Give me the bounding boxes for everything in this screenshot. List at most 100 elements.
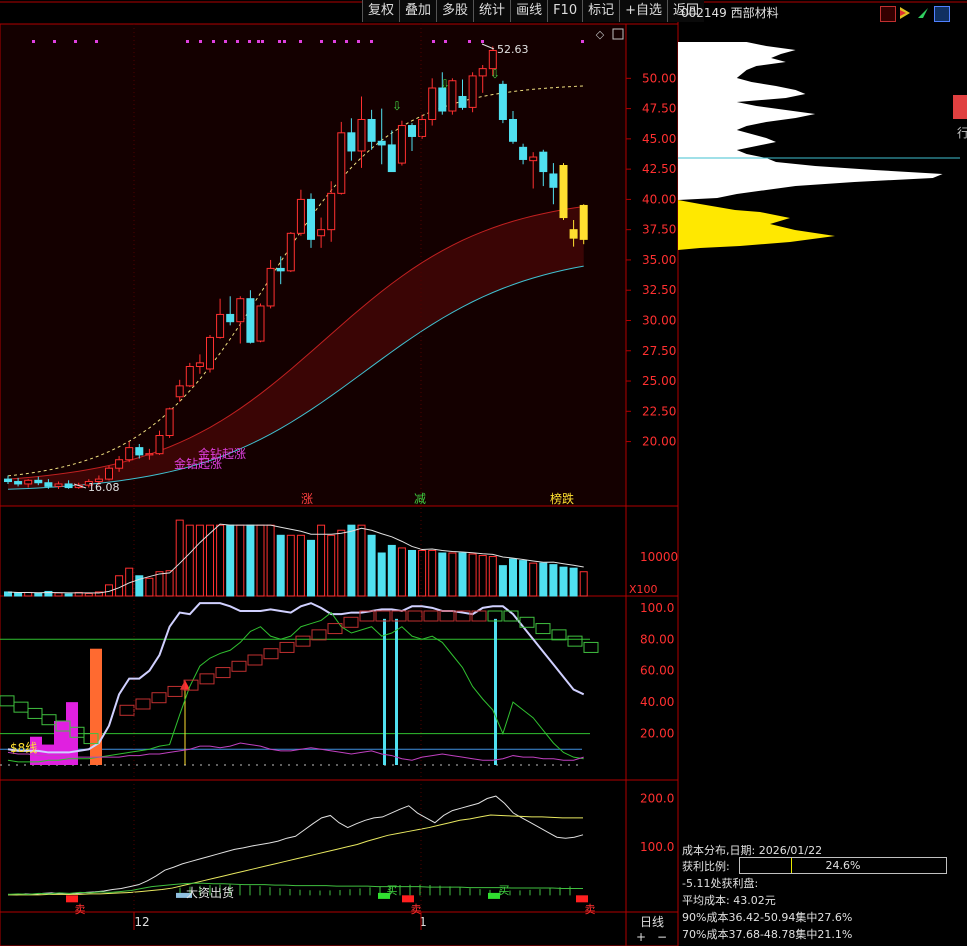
profit-ratio-value: 24.6% [825,859,861,872]
trend-box [551,629,567,641]
trend-box [41,714,57,726]
candle-body [236,298,245,323]
candle-body [135,447,144,456]
signal-dot [186,40,189,43]
volume-bar [539,562,548,597]
trend-box [27,707,43,719]
side-tab-icon[interactable] [953,95,967,119]
trend-box [583,641,599,653]
sell-arrow-icon: ⇩ [440,77,450,91]
candle-body [418,118,427,137]
volume-bar [357,524,366,597]
signal-dot [320,40,323,43]
mark-button[interactable]: 标记 [582,0,620,22]
volume-bar [448,552,457,597]
indicator-tick-label: 80.00 [640,632,674,646]
candle-body [105,467,113,480]
signal-dot [236,40,239,43]
candle-body [347,132,356,152]
signal-dot [95,40,98,43]
volume-bar [165,570,174,597]
candle [559,163,568,220]
lower-annotation: 大资出货 [186,885,234,900]
candle-body [408,125,416,137]
sell-arrow-icon: ⇩ [490,67,500,81]
volume-bar [145,577,154,597]
candle-body [226,313,235,323]
high-price-label: 52.63 [497,43,529,56]
grid-icon[interactable] [934,6,950,22]
diamond-icon: ◇ [596,28,605,41]
signal-dot [74,40,77,43]
candle-body [438,87,447,112]
bottom-marker: 榜跌 [550,491,574,506]
profit-position-line: -5.11处获利盘: [682,877,759,890]
candle [286,232,295,273]
candle-body [44,482,53,487]
restore-rights-button[interactable]: 复权 [362,0,400,22]
price-tick-label: 45.00 [642,132,676,146]
trend-box [247,654,263,666]
signal-column [383,618,386,765]
signal-dot [212,40,215,43]
candle-body [286,232,295,272]
side-tab-label[interactable]: 行 [957,124,967,141]
candle-body [54,483,63,487]
lower-tick-label: 100.0 [640,840,674,854]
signal-column [395,618,398,765]
candle-body [155,435,164,455]
volume-bar [387,544,396,597]
toolbar: 复权 叠加 多股 统计 画线 F10 标记 +自选 返回 [362,0,705,24]
candle-body [34,479,43,484]
candle-body [145,453,154,456]
volume-bar [428,549,437,597]
volume-bar [256,524,265,597]
price-tick-label: 42.50 [642,162,676,176]
profit-ratio-label: 获利比例: [682,860,730,873]
zoom-in-button[interactable]: + [633,930,649,944]
candle-body [559,165,568,219]
volume-bar [54,592,63,597]
period-label[interactable]: 日线 [640,913,664,930]
volume-bar [559,566,568,597]
flag-icon[interactable] [898,6,912,20]
volume-bar [84,592,93,597]
statistics-button[interactable]: 统计 [473,0,511,22]
chip-profile-yellow [678,200,835,250]
x-axis-label: 1 [419,915,427,929]
add-watchlist-button[interactable]: +自选 [619,0,668,22]
lower-line-0 [7,795,584,896]
multi-stock-button[interactable]: 多股 [436,0,474,22]
volume-bar [519,560,528,597]
candle-body [549,173,558,188]
sell-block [66,895,78,903]
sell-block [402,895,414,903]
indicator-tick-label: 40.00 [640,695,674,709]
chart-canvas[interactable]: 50.00 47.50 45.00 42.50 40.00 37.50 35.00 32.50… [0,0,967,946]
candle-body [14,481,23,485]
signal-dot [345,40,348,43]
volume-bar [307,539,315,597]
bottom-marker: 减 [414,492,426,506]
draw-line-button[interactable]: 画线 [510,0,548,22]
candle-body [165,408,174,437]
candle-body [125,447,134,461]
candle-body [266,267,275,307]
candle-body [539,151,548,173]
price-tick-label: 30.00 [642,313,676,327]
candle [337,121,346,195]
volume-bar [468,553,477,597]
f10-button[interactable]: F10 [547,0,583,22]
zoom-out-button[interactable]: − [654,930,670,944]
report-icon[interactable] [880,6,896,22]
overlay-button[interactable]: 叠加 [399,0,437,22]
candle-body [387,144,396,173]
trend-box [343,616,359,628]
candle-body [327,192,336,231]
arrow-icon[interactable] [916,6,930,20]
signal-dot [283,40,286,43]
volume-bar [509,558,517,597]
volume-bar [14,592,23,597]
candle-body [458,95,467,108]
sell-block [576,895,588,903]
